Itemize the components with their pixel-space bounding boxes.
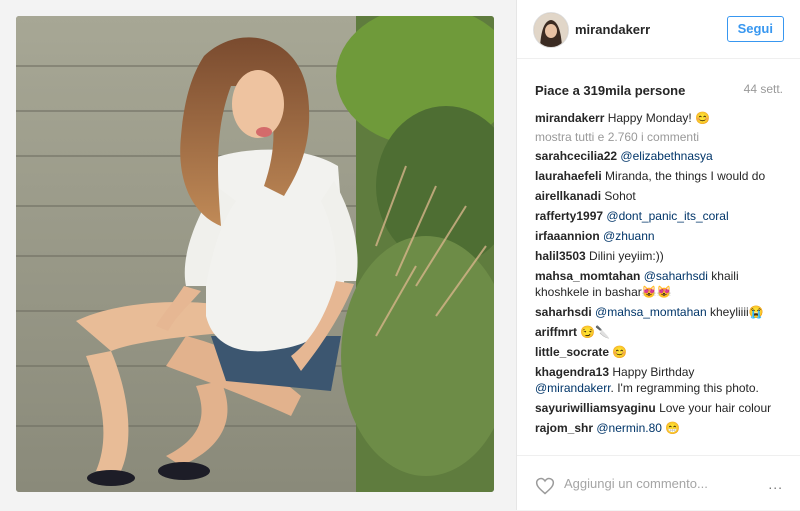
comment-username[interactable]: saharhsdi (535, 305, 592, 319)
comment-username[interactable]: sarahcecilia22 (535, 149, 617, 163)
comment-username[interactable]: airellkanadi (535, 189, 601, 203)
comment-username[interactable]: laurahaefeli (535, 169, 602, 183)
comment-text: Dilini yeyiim:)) (589, 249, 664, 263)
comment: airellkanadi Sohot (535, 188, 787, 204)
comment: irfaaannion @zhuann (535, 228, 787, 244)
follow-button[interactable]: Segui (726, 16, 784, 42)
likes-count[interactable]: Piace a 319mila persone (535, 83, 685, 98)
comment-text: Happy Birthday (612, 365, 695, 379)
comment-text-after: . I'm regramming this photo. (610, 381, 759, 395)
add-comment-input[interactable]: Aggiungi un commento... (564, 476, 708, 491)
comment-mention[interactable]: @elizabethnasya (620, 149, 712, 163)
post-panel: mirandakerr Segui Piace a 319mila person… (516, 0, 800, 510)
show-all-comments-link[interactable]: mostra tutti e 2.760 i commenti (535, 130, 787, 144)
comment-text: 😏🔪 (580, 325, 611, 339)
caption-username[interactable]: mirandakerr (535, 111, 604, 125)
comment-username[interactable]: irfaaannion (535, 229, 600, 243)
comment: little_socrate 😊 (535, 344, 787, 360)
comment-username[interactable]: rafferty1997 (535, 209, 603, 223)
comment-mention[interactable]: @dont_panic_its_coral (606, 209, 728, 223)
comment-footer: Aggiungi un commento... ... (517, 455, 800, 511)
comment-text: Sohot (604, 189, 636, 203)
likes-row: Piace a 319mila persone 44 sett. (535, 82, 783, 100)
comment-username[interactable]: mahsa_momtahan (535, 269, 640, 283)
comment: saharhsdi @mahsa_momtahan kheyliiii😭 (535, 304, 787, 320)
comment: laurahaefeli Miranda, the things I would… (535, 168, 787, 184)
caption-text: Happy Monday! 😊 (607, 111, 711, 125)
comment-username[interactable]: khagendra13 (535, 365, 609, 379)
post-photo[interactable] (16, 16, 494, 492)
comment-text: Love your hair colour (659, 401, 772, 415)
comment-mention[interactable]: @mahsa_momtahan (595, 305, 707, 319)
avatar-image (534, 13, 568, 47)
comment: rafferty1997 @dont_panic_its_coral (535, 208, 787, 224)
comment-username[interactable]: ariffmrt (535, 325, 577, 339)
comment-mention[interactable]: @zhuann (603, 229, 655, 243)
comment-text: 😊 (612, 345, 628, 359)
more-options-icon[interactable]: ... (768, 476, 783, 492)
comment-username[interactable]: little_socrate (535, 345, 609, 359)
comment-text: Miranda, the things I would do (605, 169, 766, 183)
comment: ariffmrt 😏🔪 (535, 324, 787, 340)
comment: sarahcecilia22 @elizabethnasya (535, 148, 787, 164)
post-viewer: mirandakerr Segui Piace a 319mila person… (0, 0, 800, 510)
comment: sayuriwilliamsyaginu Love your hair colo… (535, 400, 787, 416)
comment-username[interactable]: rajom_shr (535, 421, 593, 435)
post-time[interactable]: 44 sett. (744, 82, 783, 96)
comment-mention[interactable]: @nermin.80 (596, 421, 662, 435)
avatar[interactable] (533, 12, 569, 48)
comment-text: 😁 (665, 421, 681, 435)
comment: rajom_shr @nermin.80 😁 (535, 420, 787, 436)
comment-mention[interactable]: @saharhsdi (644, 269, 708, 283)
photo-illustration (16, 16, 494, 492)
post-username[interactable]: mirandakerr (575, 22, 650, 37)
comment-text: kheyliiii😭 (709, 305, 764, 319)
comment: halil3503 Dilini yeyiim:)) (535, 248, 787, 264)
comment: mahsa_momtahan @saharhsdi khaili khoshke… (535, 268, 787, 300)
heart-icon[interactable] (535, 476, 555, 496)
post-header: mirandakerr Segui (517, 0, 800, 59)
comment-username[interactable]: sayuriwilliamsyaginu (535, 401, 656, 415)
comments-list: mirandakerr Happy Monday! 😊 mostra tutti… (535, 110, 787, 454)
comment: khagendra13 Happy Birthday @mirandakerr.… (535, 364, 787, 396)
caption: mirandakerr Happy Monday! 😊 (535, 110, 787, 126)
comment-mention[interactable]: @mirandakerr (535, 381, 611, 395)
comment-username[interactable]: halil3503 (535, 249, 586, 263)
